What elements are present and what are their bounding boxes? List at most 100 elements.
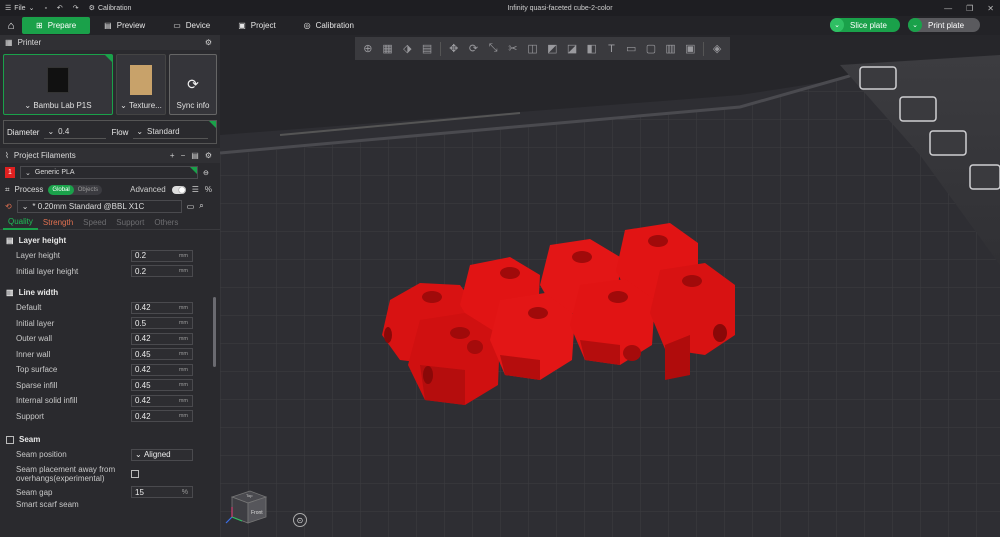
param-input[interactable]: 15% — [131, 486, 193, 499]
param-input[interactable]: 0.5 mm — [131, 317, 193, 330]
param-label: Top surface — [16, 365, 58, 375]
scale-icon[interactable]: ⤡ — [486, 42, 500, 56]
param-initial-layer-height: Initial layer height 0.2 mm — [0, 264, 220, 280]
chevron-down-icon[interactable]: ⌄ — [830, 18, 844, 32]
param-input[interactable]: 0.42 mm — [131, 332, 193, 345]
param-value: 0.2 — [135, 266, 147, 276]
tab-calibration[interactable]: ◎ Calibration — [290, 17, 368, 34]
sidebar-scrollbar[interactable] — [213, 297, 216, 367]
filament-select[interactable]: ⌄ Generic PLA — [20, 166, 198, 179]
save-button[interactable]: ▫ — [39, 5, 51, 12]
printer-select[interactable]: ⌄ Bambu Lab P1S — [24, 101, 91, 110]
restore-icon[interactable]: ❐ — [966, 4, 973, 13]
remove-filament-icon[interactable]: ⊖ — [203, 169, 209, 177]
subtab-quality[interactable]: Quality — [3, 215, 38, 230]
remove-icon[interactable]: − — [181, 151, 186, 160]
search-icon[interactable]: ⌕ — [199, 201, 203, 211]
param-value: 0.5 — [135, 318, 147, 328]
plate-select[interactable]: ⌄ Texture... — [120, 101, 162, 110]
plate-icon-2[interactable] — [899, 96, 937, 122]
subtab-support[interactable]: Support — [111, 215, 149, 230]
sync-info-button[interactable]: ⟳ Sync info — [169, 54, 217, 115]
param-input[interactable]: 0.2 mm — [131, 265, 193, 278]
tab-prepare[interactable]: ⊞ Prepare — [22, 17, 91, 34]
add-icon[interactable]: + — [170, 151, 175, 160]
save-preset-icon[interactable]: ▭ — [187, 202, 195, 211]
assembly-icon[interactable]: ▢ — [644, 42, 658, 56]
minimize-icon[interactable]: — — [944, 4, 952, 13]
filament-icon: ⌇ — [5, 151, 9, 160]
undo-button[interactable]: ↶ — [52, 4, 68, 12]
subtab-strength[interactable]: Strength — [38, 215, 78, 230]
zoom-fit-icon[interactable]: ⊙ — [293, 513, 307, 527]
param-input[interactable]: 0.2 mm — [131, 249, 193, 262]
print-plate-button[interactable]: ⌄ Print plate — [908, 18, 980, 32]
orient-icon[interactable]: ⬗ — [400, 42, 414, 56]
add-object-icon[interactable]: ⊕ — [361, 42, 375, 56]
tab-preview[interactable]: ▤ Preview — [90, 17, 159, 34]
toggle-global[interactable]: Global — [48, 184, 74, 195]
diameter-select[interactable]: ⌄ 0.4 — [44, 126, 107, 139]
param-input[interactable]: 0.45 mm — [131, 379, 193, 392]
printer-section-header: ▦ Printer ⚙ — [0, 35, 220, 50]
3d-viewport[interactable]: ⊕ ▦ ⬗ ▤ ✥ ⟳ ⤡ ✂ ◫ ◩ ◪ ◧ T ▭ ▢ ▥ ▣ ◈ Top … — [220, 35, 1000, 537]
subtab-speed[interactable]: Speed — [78, 215, 111, 230]
redo-button[interactable]: ↷ — [68, 4, 84, 12]
plate-card[interactable]: ⌄ Texture... — [116, 54, 166, 115]
global-objects-toggle[interactable]: Global Objects — [48, 184, 103, 195]
tab-device[interactable]: ▭ Device — [159, 17, 224, 34]
view-icon[interactable]: ◈ — [710, 42, 724, 56]
support-paint-icon[interactable]: ◩ — [545, 42, 559, 56]
move-icon[interactable]: ✥ — [447, 42, 461, 56]
param-input[interactable]: 0.42 mm — [131, 410, 193, 423]
chevron-down-icon[interactable]: ⌄ — [908, 18, 922, 32]
toggle-objects[interactable]: Objects — [74, 187, 102, 193]
flow-select[interactable]: ⌄ Standard — [133, 126, 209, 139]
printer-card[interactable]: ⌄ Bambu Lab P1S — [3, 54, 113, 115]
settings-list: ▤ Layer height Layer height 0.2 mm Initial … — [0, 230, 220, 509]
calibration-tab-icon: ◎ — [303, 21, 311, 30]
param-initial-layer: Initial layer 0.5 mm — [0, 316, 220, 332]
plate-icon-4[interactable] — [969, 164, 1000, 190]
param-label: Internal solid infill — [16, 396, 78, 406]
measure-icon[interactable]: ▭ — [624, 42, 638, 56]
slice-plate-button[interactable]: ⌄ Slice plate — [830, 18, 900, 32]
variable-layer-icon[interactable]: ▥ — [664, 42, 678, 56]
lock-icon[interactable] — [929, 130, 967, 156]
rotate-icon[interactable]: ⟳ — [467, 42, 481, 56]
gear-icon[interactable]: ⚙ — [205, 151, 212, 160]
navigation-cube[interactable]: Top Front — [224, 483, 272, 531]
cut-icon[interactable]: ✂ — [506, 42, 520, 56]
group-line-width: ▥ Line width — [0, 285, 220, 300]
param-input[interactable]: 0.45 mm — [131, 348, 193, 361]
param-value: 0.45 — [135, 380, 151, 390]
arrange-icon[interactable]: ▤ — [420, 42, 434, 56]
calibration-menu[interactable]: ⚙ Calibration — [84, 4, 137, 13]
param-input[interactable]: 0.42 mm — [131, 363, 193, 376]
slice-plate-label: Slice plate — [850, 20, 887, 30]
gear-icon[interactable]: ⚙ — [205, 38, 212, 47]
percent-icon[interactable]: % — [205, 185, 212, 194]
param-unit: mm — [178, 252, 188, 259]
home-button[interactable]: ⌂ — [0, 17, 22, 34]
seam-position-select[interactable]: ⌄ Aligned — [131, 448, 193, 461]
list-icon[interactable]: ☰ — [192, 185, 199, 194]
subtab-others[interactable]: Others — [149, 215, 183, 230]
lay-on-face-icon[interactable]: ◫ — [526, 42, 540, 56]
param-inner-wall: Inner wall 0.45 mm — [0, 347, 220, 363]
ams-icon[interactable]: ▤ — [191, 151, 199, 160]
advanced-switch[interactable] — [171, 185, 186, 194]
grid-icon[interactable]: ▦ — [381, 42, 395, 56]
param-input[interactable]: 0.42 mm — [131, 301, 193, 314]
mesh-boolean-icon[interactable]: ▣ — [683, 42, 697, 56]
color-paint-icon[interactable]: ◪ — [565, 42, 579, 56]
seam-paint-icon[interactable]: ◧ — [585, 42, 599, 56]
process-preset-select[interactable]: ⌄ * 0.20mm Standard @BBL X1C — [16, 199, 182, 213]
plate-icon-1[interactable] — [859, 66, 897, 90]
tab-project[interactable]: ▣ Project — [224, 17, 289, 34]
seam-away-checkbox[interactable] — [131, 469, 139, 478]
close-icon[interactable]: ✕ — [987, 4, 994, 13]
text-icon[interactable]: T — [605, 42, 619, 56]
param-input[interactable]: 0.42 mm — [131, 394, 193, 407]
file-menu[interactable]: ☰ File ⌄ — [0, 4, 39, 13]
